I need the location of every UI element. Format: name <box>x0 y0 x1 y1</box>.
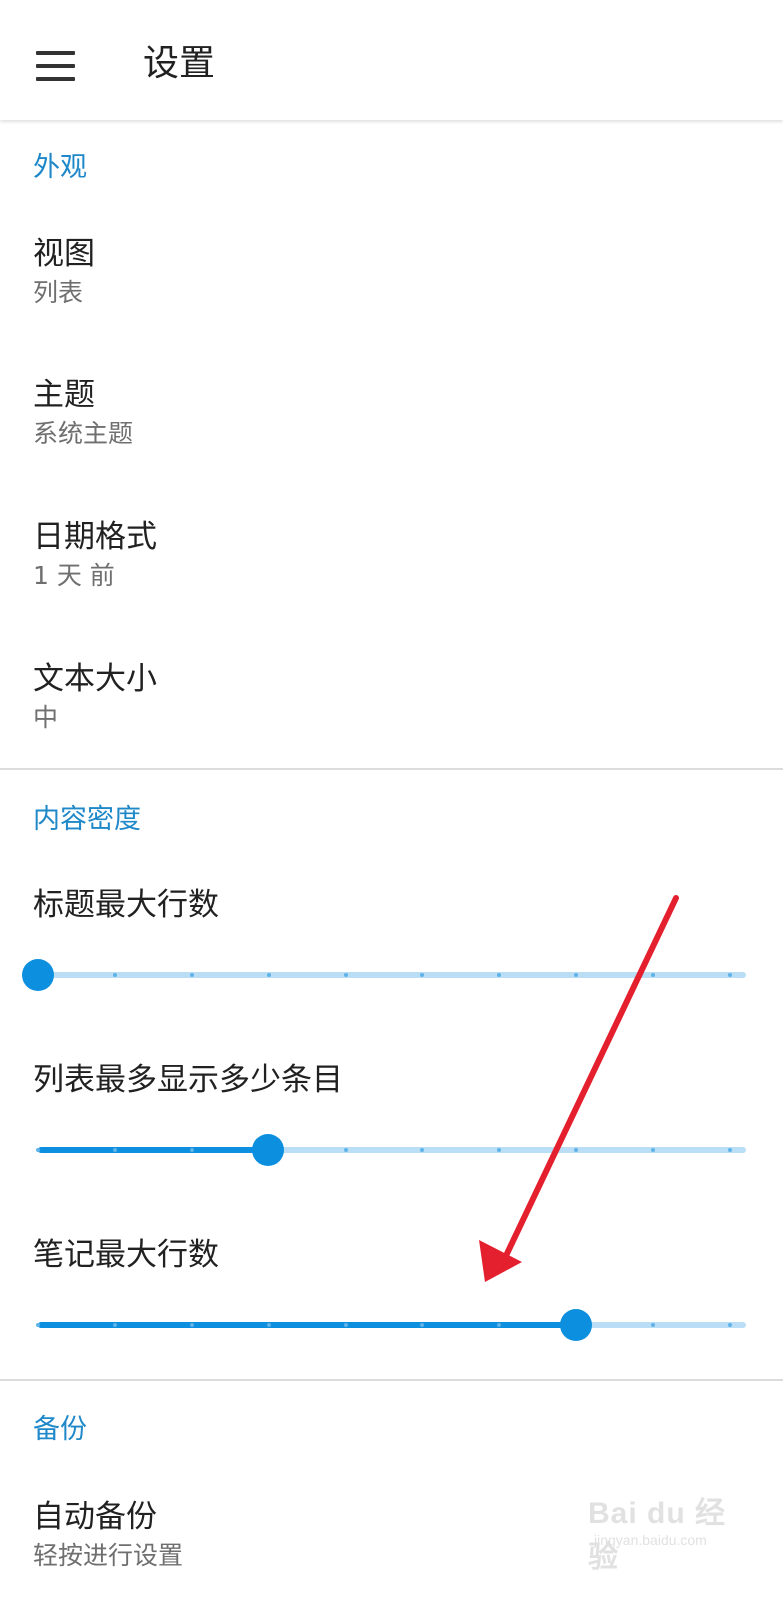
page-title: 设置 <box>143 43 216 84</box>
pref-title: 自动备份 <box>33 1499 157 1535</box>
pref-item-text-size[interactable]: 文本大小 中 <box>0 650 783 760</box>
slider-fill <box>38 1322 577 1328</box>
pref-title: 主题 <box>33 377 95 413</box>
slider-track <box>38 972 746 978</box>
slider-tick <box>728 973 732 977</box>
section-header-appearance: 外观 <box>33 152 87 183</box>
pref-title: 视图 <box>33 236 95 272</box>
slider-note-max-lines[interactable] <box>34 1303 746 1347</box>
slider-tick <box>728 1148 732 1152</box>
status-bar <box>0 0 783 10</box>
pref-item-date-format[interactable]: 日期格式 1 天 前 <box>0 508 783 638</box>
slider-title-max-lines[interactable] <box>22 953 746 997</box>
pref-summary: 中 <box>33 703 59 732</box>
slider-thumb[interactable] <box>560 1309 593 1341</box>
slider-tick <box>112 973 117 977</box>
pref-summary: 系统主题 <box>33 419 134 448</box>
pref-title: 日期格式 <box>33 519 157 555</box>
menu-icon[interactable] <box>36 51 75 81</box>
section-header-density: 内容密度 <box>33 804 141 835</box>
slider-tick <box>112 1148 117 1152</box>
watermark-url: jingyan.baidu.com <box>594 1532 707 1548</box>
slider-tick <box>36 1148 40 1152</box>
app-bar: 设置 <box>0 10 783 120</box>
section-divider <box>0 768 783 770</box>
slider-tick <box>189 1323 194 1327</box>
slider-title-list-max-items: 列表最多显示多少条目 <box>33 1062 343 1098</box>
slider-tick <box>728 1323 732 1327</box>
slider-thumb[interactable] <box>22 959 54 991</box>
slider-title-title-max-lines: 标题最大行数 <box>33 887 219 923</box>
pref-summary: 1 天 前 <box>33 561 115 590</box>
slider-tick <box>343 1323 348 1327</box>
slider-list-max-items[interactable] <box>34 1128 746 1172</box>
pref-item-theme[interactable]: 主题 系统主题 <box>0 366 783 496</box>
slider-tick <box>343 973 348 977</box>
pref-title: 文本大小 <box>33 661 157 697</box>
section-header-backup: 备份 <box>33 1414 87 1445</box>
slider-title-note-max-lines: 笔记最大行数 <box>33 1237 219 1273</box>
slider-thumb[interactable] <box>252 1134 285 1166</box>
slider-tick <box>343 1148 348 1152</box>
pref-item-view[interactable]: 视图 列表 <box>0 225 783 355</box>
watermark: Bai du 经验 jingyan.baidu.com <box>588 1488 738 1574</box>
status-icons <box>390 0 660 4</box>
section-divider <box>0 1379 783 1381</box>
slider-tick <box>266 1323 271 1327</box>
slider-fill <box>38 1147 269 1153</box>
pref-summary: 列表 <box>33 278 84 307</box>
slider-tick <box>189 1148 194 1152</box>
slider-tick <box>189 973 194 977</box>
slider-tick <box>36 1323 40 1327</box>
pref-summary: 轻按进行设置 <box>33 1541 184 1570</box>
slider-tick <box>112 1323 117 1327</box>
slider-tick <box>266 973 271 977</box>
